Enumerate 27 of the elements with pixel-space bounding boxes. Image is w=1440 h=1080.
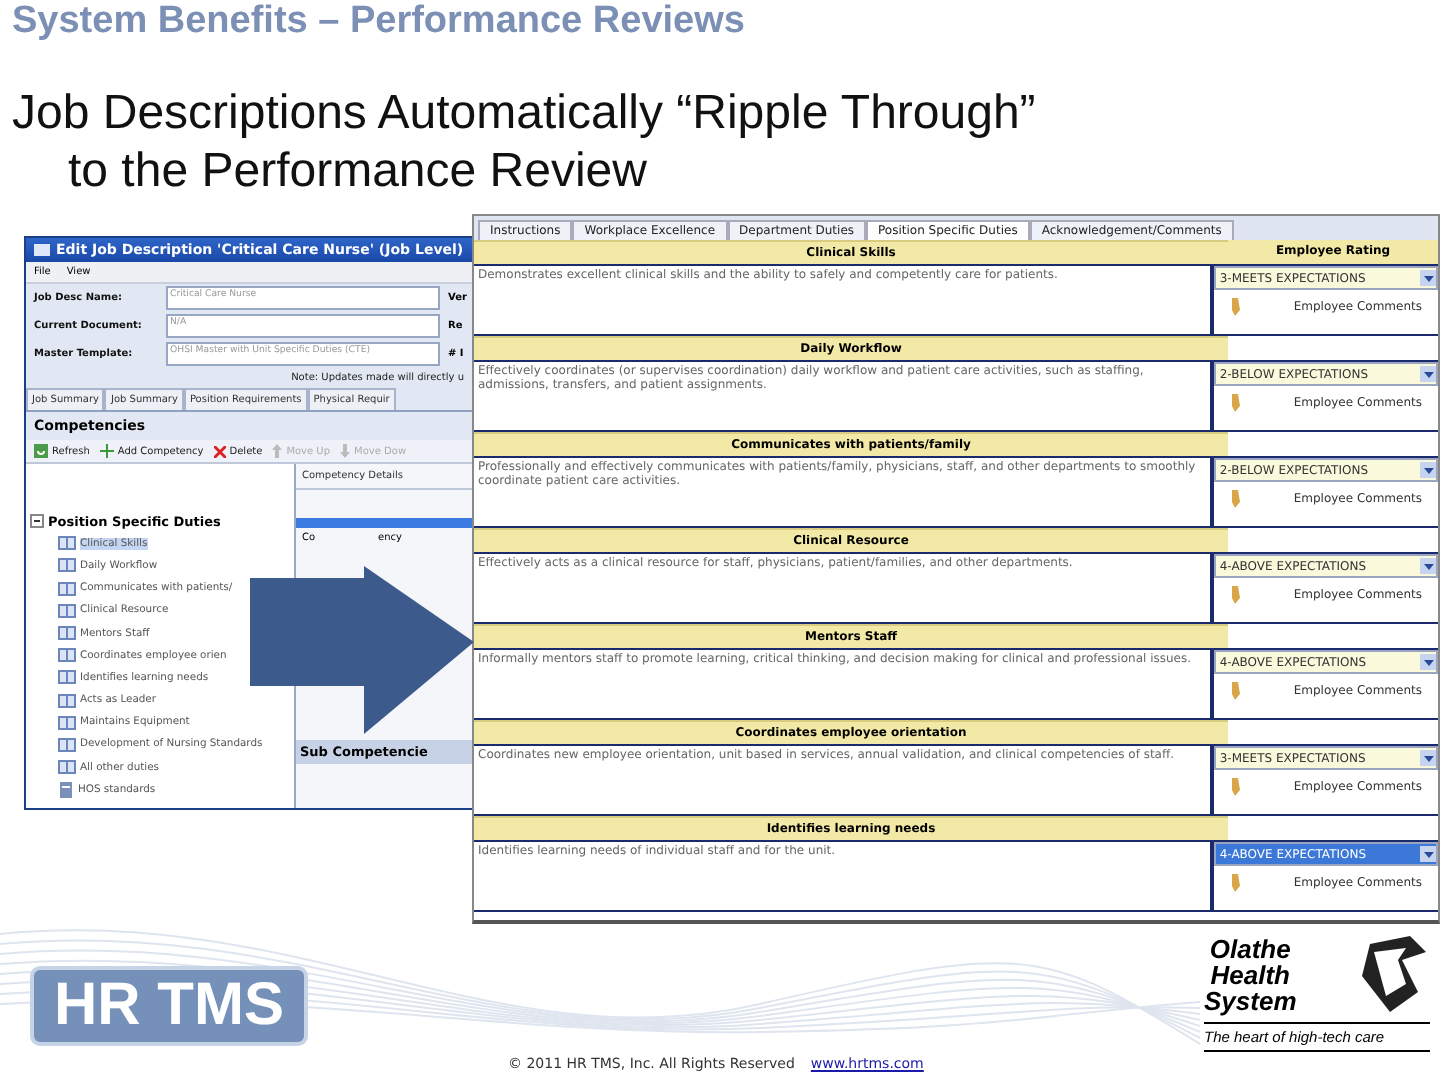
- chevron-down-icon: [1423, 371, 1433, 377]
- pencil-icon[interactable]: [1229, 586, 1242, 604]
- slide-title: System Benefits – Performance Reviews: [12, 0, 747, 46]
- collapse-icon[interactable]: [30, 514, 44, 529]
- chevron-down-icon: [1423, 659, 1433, 665]
- chevron-down-icon: [1423, 275, 1433, 281]
- pencil-icon[interactable]: [1229, 778, 1242, 796]
- chevron-down-icon: [1423, 851, 1433, 857]
- pencil-icon[interactable]: [1229, 394, 1242, 412]
- partner-logo-text: Olathe Health System: [1204, 935, 1297, 1013]
- pencil-icon[interactable]: [1229, 490, 1242, 508]
- document-icon: [58, 781, 74, 798]
- slide-subtitle: to the Performance Review: [68, 142, 649, 200]
- chevron-down-icon: [1423, 755, 1433, 761]
- pencil-icon[interactable]: [1229, 874, 1242, 892]
- pencil-icon[interactable]: [1229, 298, 1242, 316]
- pencil-icon[interactable]: [1229, 682, 1242, 700]
- slide-subtitle: Job Descriptions Automatically “Ripple Through”: [12, 84, 1038, 142]
- plus-icon: [99, 444, 114, 458]
- arrow-up-icon: [272, 444, 283, 458]
- close-icon: [213, 445, 226, 457]
- arrow-icon: [250, 566, 474, 734]
- arrow-down-icon: [340, 444, 351, 458]
- company-logo: HR TMS: [30, 966, 308, 1046]
- refresh-icon: [34, 444, 48, 458]
- chevron-down-icon: [1423, 563, 1433, 569]
- chevron-down-icon: [1423, 467, 1433, 473]
